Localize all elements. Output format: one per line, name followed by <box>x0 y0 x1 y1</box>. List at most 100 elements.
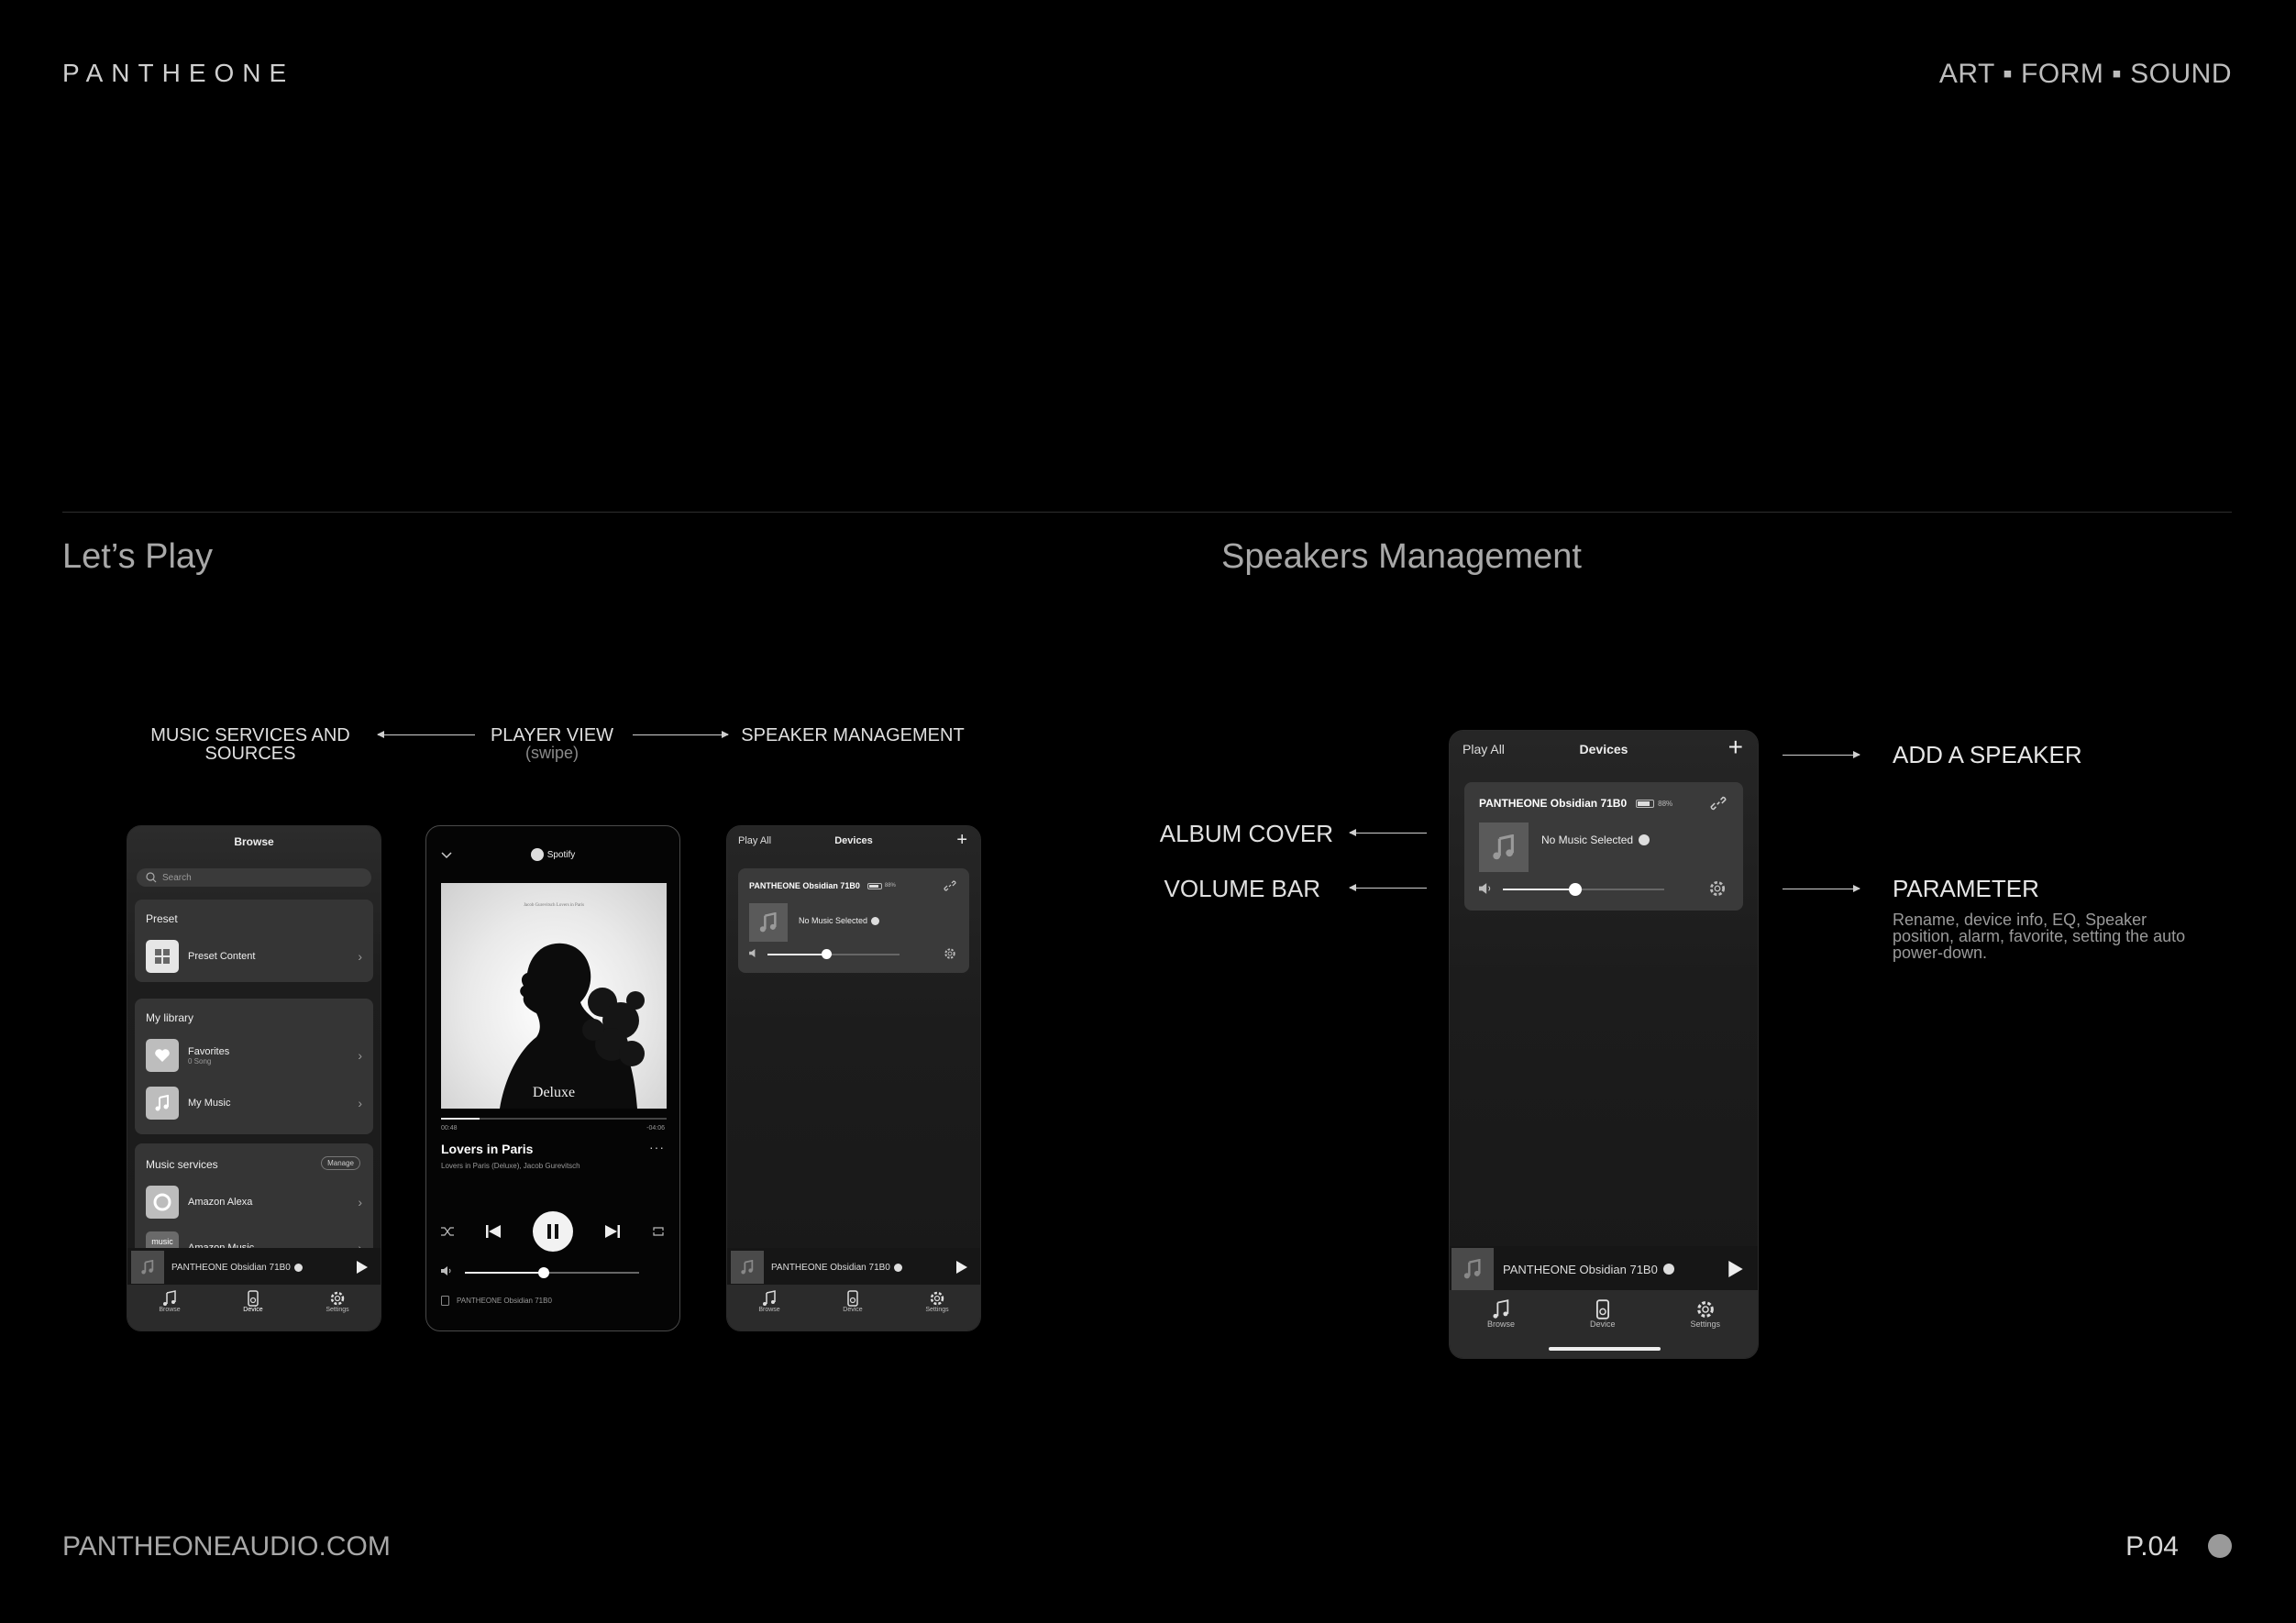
callout-volume-bar: VOLUME BAR <box>1164 875 1321 902</box>
speaker-icon <box>441 1296 449 1306</box>
tab-device[interactable]: Device <box>243 1290 263 1330</box>
gear-icon[interactable] <box>944 947 956 960</box>
output-device[interactable]: PANTHEONE Obsidian 71B0 <box>441 1296 552 1306</box>
spotify-icon <box>893 1263 902 1272</box>
spotify-icon <box>871 916 880 925</box>
callout-album-cover: ALBUM COVER <box>1159 820 1333 847</box>
tab-settings[interactable]: Settings <box>925 1290 949 1330</box>
library-header: My library <box>146 1011 194 1024</box>
progress-track[interactable] <box>441 1118 667 1120</box>
device-name: PANTHEONE Obsidian 71B0 <box>1479 797 1628 810</box>
devices-title: Devices <box>1579 742 1628 756</box>
mini-player[interactable]: PANTHEONE Obsidian 71B0 <box>727 1248 980 1286</box>
chevron-right-icon: › <box>358 1096 362 1110</box>
tab-settings[interactable]: Settings <box>326 1290 349 1330</box>
add-speaker-button[interactable]: + <box>1728 733 1743 762</box>
spotify-icon <box>1639 834 1650 845</box>
mini-player[interactable]: PANTHEONE Obsidian 71B0 <box>127 1248 381 1286</box>
volume-knob[interactable] <box>1569 883 1583 896</box>
link-icon[interactable] <box>1710 795 1727 812</box>
more-icon[interactable]: ··· <box>649 1140 665 1154</box>
label-player-view-sub: (swipe) <box>524 744 579 762</box>
tab-device[interactable]: Device <box>843 1290 863 1330</box>
player-source-label: Spotify <box>546 849 576 860</box>
tab-browse[interactable]: Browse <box>159 1290 181 1330</box>
callout-parameter: PARAMETER <box>1893 875 2039 902</box>
arrow-volume-bar <box>1349 884 1427 891</box>
search-input[interactable]: Search <box>137 868 371 887</box>
amazon-alexa-row[interactable]: Amazon Alexa › <box>146 1186 362 1219</box>
section-divider <box>62 512 2232 513</box>
label-speaker-management: SPEAKER MANAGEMENT <box>741 725 965 745</box>
album-cover: Jacob Gurevitsch Lovers in Paris Deluxe <box>441 883 667 1109</box>
label-music-services: MUSIC SERVICES AND SOURCES <box>150 725 350 764</box>
home-indicator <box>1549 1347 1661 1351</box>
player-source: Spotify <box>426 848 679 861</box>
footer-url[interactable]: PANTHEONEAUDIO.COM <box>62 1531 391 1562</box>
battery-icon <box>1636 799 1655 808</box>
callout-add-speaker: ADD A SPEAKER <box>1893 741 2082 768</box>
battery-level: 88% <box>1658 799 1673 808</box>
shuffle-icon[interactable] <box>441 1226 454 1237</box>
tab-browse[interactable]: Browse <box>758 1290 780 1330</box>
devices-title: Devices <box>834 835 873 846</box>
volume-fill <box>1503 889 1576 890</box>
gear-icon <box>930 1291 944 1306</box>
music-note-icon <box>1493 834 1514 860</box>
tab-settings-label: Settings <box>925 1307 949 1313</box>
battery-level: 88% <box>884 883 896 889</box>
spotify-icon <box>530 848 544 861</box>
device-name-row: PANTHEONE Obsidian 71B0 88% <box>749 881 896 890</box>
pause-button[interactable] <box>533 1211 573 1252</box>
manage-button[interactable]: Manage <box>321 1156 360 1170</box>
volume-fill <box>465 1272 544 1274</box>
music-note-icon <box>759 912 777 933</box>
repeat-icon[interactable] <box>652 1226 665 1237</box>
tab-bar: Browse Device Settings <box>727 1285 980 1330</box>
favorites-count: 0 Song <box>188 1056 212 1065</box>
arrow-album-cover <box>1349 829 1427 836</box>
output-device-name: PANTHEONE Obsidian 71B0 <box>457 1297 552 1305</box>
tab-settings[interactable]: Settings <box>1690 1299 1720 1358</box>
my-music-row[interactable]: My Music › <box>146 1087 362 1120</box>
preset-header: Preset <box>146 912 178 925</box>
gear-icon[interactable] <box>1708 879 1727 898</box>
volume-icon <box>749 949 756 957</box>
search-icon <box>146 872 157 883</box>
album-cover-placeholder <box>749 903 788 942</box>
volume-knob[interactable] <box>537 1267 549 1278</box>
heart-icon <box>146 1039 179 1072</box>
volume-icon <box>1479 883 1491 894</box>
mini-player-thumb <box>731 1251 764 1284</box>
device-card[interactable]: PANTHEONE Obsidian 71B0 88% No Music Sel… <box>738 868 969 973</box>
mini-player[interactable]: PANTHEONE Obsidian 71B0 <box>1450 1246 1758 1292</box>
play-icon[interactable] <box>956 1261 967 1274</box>
tab-settings-label: Settings <box>1690 1319 1720 1329</box>
preset-grid-icon <box>146 940 179 973</box>
track-subtitle: Lovers in Paris (Deluxe), Jacob Gurevits… <box>441 1162 580 1170</box>
device-card[interactable]: PANTHEONE Obsidian 71B0 88% No Music Sel… <box>1464 782 1743 911</box>
favorites-text: Favorites 0 Song <box>188 1046 229 1065</box>
no-music-row: No Music Selected <box>1541 834 1650 846</box>
spotify-icon <box>293 1263 303 1272</box>
mini-player-thumb <box>131 1251 164 1284</box>
tab-device-label: Device <box>243 1307 263 1313</box>
my-music-label: My Music <box>188 1098 231 1109</box>
favorites-row[interactable]: Favorites 0 Song › <box>146 1039 362 1072</box>
add-speaker-button[interactable]: + <box>956 830 967 851</box>
tab-browse-label: Browse <box>1486 1319 1515 1329</box>
arrow-to-speaker-management <box>633 731 729 738</box>
previous-icon[interactable] <box>485 1223 502 1240</box>
next-icon[interactable] <box>604 1223 621 1240</box>
spotify-icon <box>1662 1264 1674 1275</box>
preset-content-row[interactable]: Preset Content › <box>146 940 362 973</box>
arrow-to-music-services <box>377 731 475 738</box>
play-icon[interactable] <box>1728 1261 1743 1277</box>
volume-knob[interactable] <box>822 949 833 959</box>
play-icon[interactable] <box>357 1261 368 1274</box>
tab-settings-label: Settings <box>326 1307 349 1313</box>
tab-browse[interactable]: Browse <box>1487 1299 1515 1358</box>
speaker-icon <box>248 1290 259 1307</box>
link-icon[interactable] <box>944 879 956 892</box>
tagline: ART ▪ FORM ▪ SOUND <box>1938 59 2232 89</box>
